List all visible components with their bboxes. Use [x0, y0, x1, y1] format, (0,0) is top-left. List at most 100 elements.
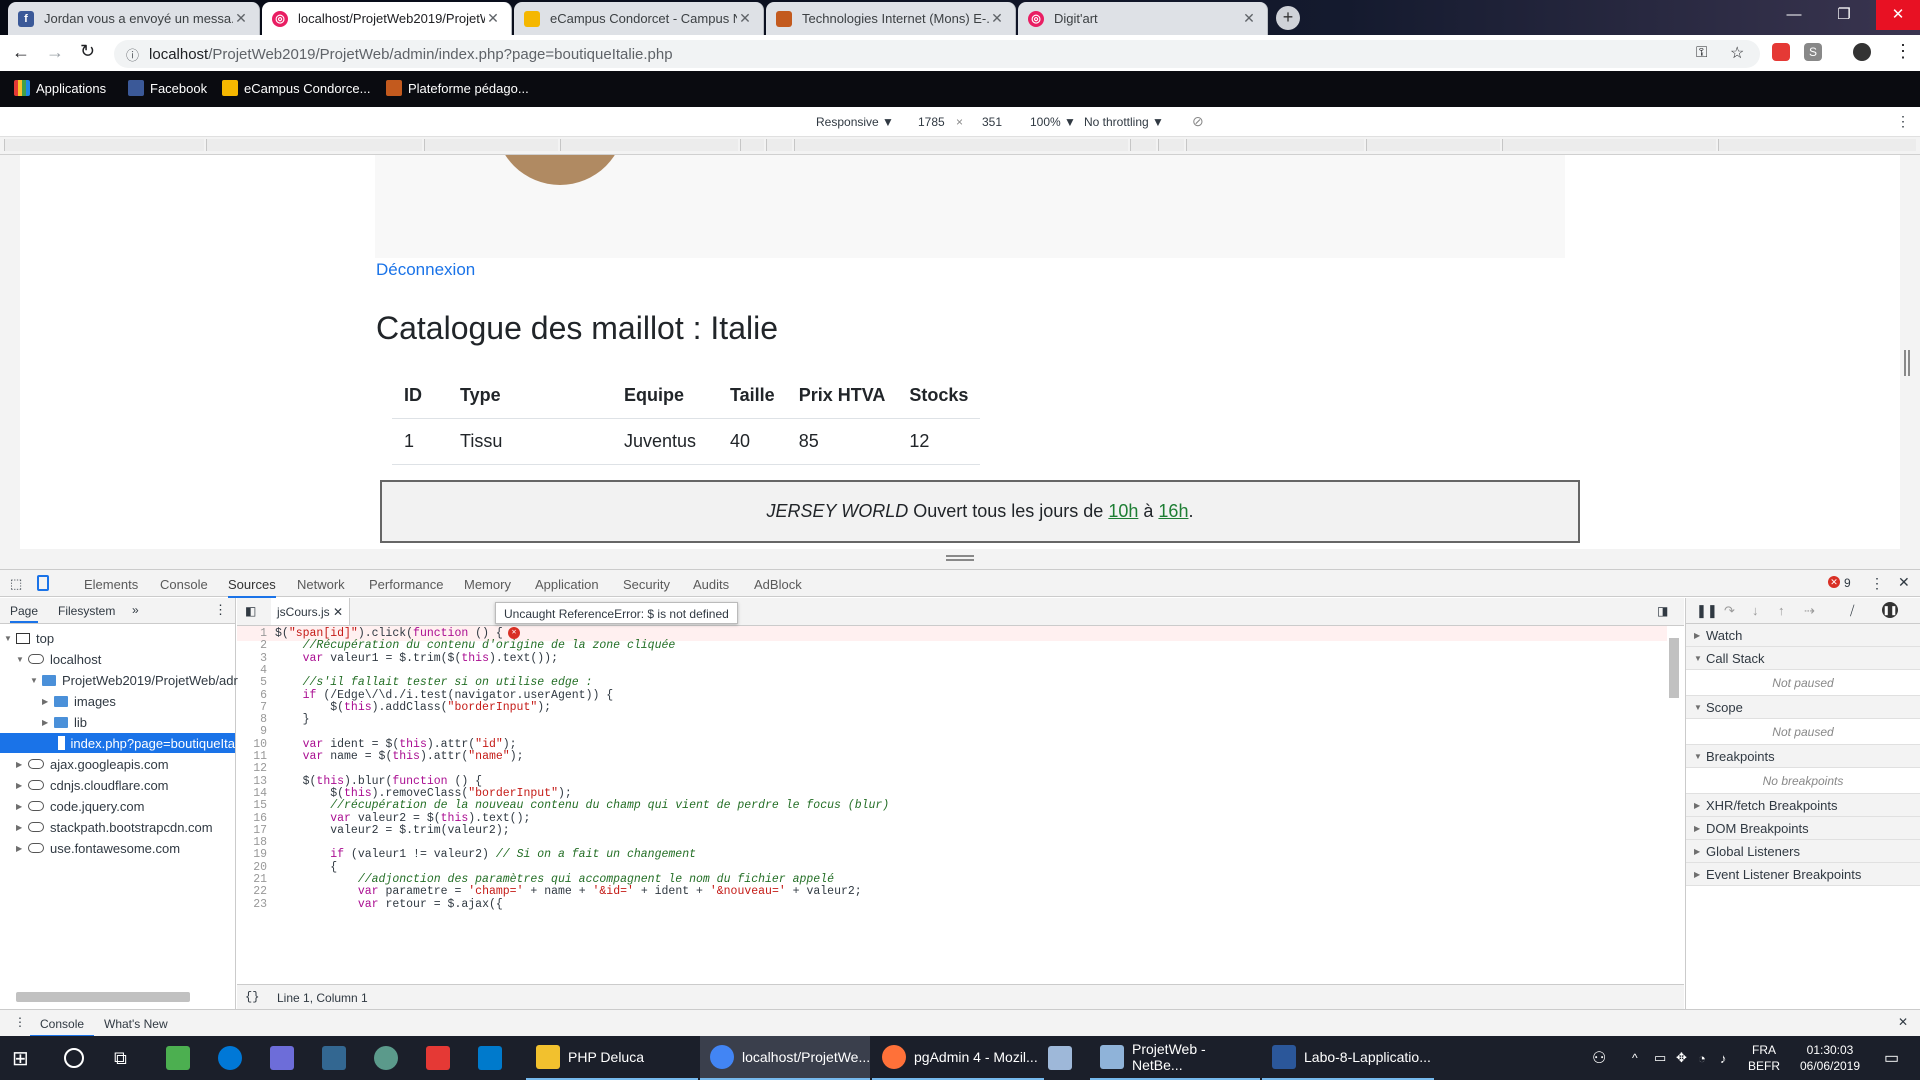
media-query-bar[interactable] [1502, 139, 1716, 151]
bookmark-ecampus[interactable]: eCampus Condorce... [222, 80, 370, 96]
people-icon[interactable]: ⚇ [1592, 1036, 1606, 1080]
close-icon[interactable]: ✕ [1241, 10, 1257, 27]
s-extension-icon[interactable]: S [1804, 43, 1822, 61]
navigator-menu-icon[interactable]: ⋮ [214, 602, 227, 618]
debugger-section[interactable]: ▼ Scope [1686, 696, 1920, 719]
close-devtools-icon[interactable]: ✕ [1898, 574, 1910, 591]
star-icon[interactable]: ☆ [1730, 43, 1744, 63]
vscode-icon[interactable] [478, 1036, 510, 1080]
table-cell[interactable]: 12 [897, 418, 981, 465]
table-cell[interactable]: Tissu [448, 418, 612, 465]
close-icon[interactable]: ✕ [989, 10, 1005, 27]
close-drawer-icon[interactable]: ✕ [1898, 1015, 1908, 1029]
close-icon[interactable]: ✕ [737, 10, 753, 27]
debugger-section[interactable]: ▶ Event Listener Breakpoints [1686, 863, 1920, 886]
close-icon[interactable]: ✕ [233, 10, 249, 27]
line-number[interactable]: 23 [237, 897, 267, 912]
debugger-section[interactable]: ▼ Call Stack [1686, 647, 1920, 670]
debugger-section[interactable]: ▶ DOM Breakpoints [1686, 817, 1920, 840]
pause-icon[interactable]: ❚❚ [1696, 603, 1718, 619]
resize-handle-bottom[interactable] [946, 555, 974, 561]
more-tabs-icon[interactable]: » [132, 603, 139, 617]
step-out-icon[interactable]: ↑ [1778, 603, 1785, 618]
windows-start-icon[interactable]: ⊞ [12, 1036, 29, 1080]
navigator-tab-page[interactable]: Page [10, 604, 39, 623]
browser-tab-2[interactable]: ◎ localhost/ProjetWeb2019/ProjetW... ✕ [262, 2, 512, 35]
resize-handle-right[interactable] [1904, 350, 1910, 376]
back-arrow-icon[interactable]: ← [12, 42, 30, 63]
flask-app-icon[interactable] [374, 1036, 406, 1080]
notifications-icon[interactable]: ▭ [1884, 1036, 1899, 1080]
step-icon[interactable]: ⇢ [1804, 603, 1815, 619]
error-count[interactable]: 9 [1844, 576, 1851, 590]
media-query-bar[interactable] [1158, 139, 1184, 151]
devtools-tab-adblock[interactable]: AdBlock [754, 577, 802, 592]
media-query-bar[interactable] [766, 139, 792, 151]
drawer-menu-icon[interactable]: ⋮ [14, 1015, 26, 1029]
debugger-section[interactable]: ▶ XHR/fetch Breakpoints [1686, 794, 1920, 817]
minimize-button[interactable]: — [1776, 0, 1812, 30]
tree-item-lib[interactable]: ▶ lib [42, 712, 87, 732]
device-toggle-icon[interactable] [37, 575, 49, 591]
new-tab-button[interactable]: + [1276, 6, 1300, 30]
bookmark-facebook[interactable]: Facebook [128, 80, 207, 96]
table-cell[interactable]: Juventus [612, 418, 718, 465]
close-hour-link[interactable]: 16h [1158, 501, 1188, 522]
devtools-tab-audits[interactable]: Audits [693, 577, 729, 592]
media-query-bar[interactable] [794, 139, 1128, 151]
browser-tab-1[interactable]: f Jordan vous a envoyé un messa... ✕ [8, 2, 260, 35]
devtools-tab-performance[interactable]: Performance [369, 577, 443, 592]
tree-item-images[interactable]: ▶ images [42, 691, 116, 711]
devtools-tab-security[interactable]: Security [623, 577, 670, 592]
drawer-tab-whats-new[interactable]: What's New [104, 1017, 168, 1031]
debugger-section[interactable]: ▶ Watch [1686, 624, 1920, 647]
browser-tab-4[interactable]: Technologies Internet (Mons) E-... ✕ [766, 2, 1016, 35]
devtools-tab-network[interactable]: Network [297, 577, 345, 592]
spreadsheet-app-icon[interactable] [166, 1036, 198, 1080]
media-query-bar[interactable] [1130, 139, 1156, 151]
media-query-bar[interactable] [4, 139, 204, 151]
toggle-navigator-icon[interactable]: ◧ [245, 604, 256, 618]
tree-item-cdnjs[interactable]: ▶ cdnjs.cloudflare.com [16, 775, 169, 795]
rotate-icon[interactable]: ⊘ [1192, 113, 1204, 130]
tree-item-ajax[interactable]: ▶ ajax.googleapis.com [16, 754, 169, 774]
file-tab-jscours[interactable]: jsCours.js ✕ [271, 598, 351, 625]
close-window-button[interactable]: ✕ [1876, 0, 1920, 30]
edge-icon[interactable] [218, 1036, 250, 1080]
tray-chevron-icon[interactable]: ^ [1632, 1036, 1638, 1080]
media-query-bar[interactable] [1718, 139, 1916, 151]
bookmark-applications[interactable]: Applications [14, 80, 106, 96]
close-icon[interactable]: ✕ [333, 605, 343, 619]
browser-tab-3[interactable]: eCampus Condorcet - Campus N... ✕ [514, 2, 764, 35]
browser-tab-5[interactable]: ◎ Digit'art ✕ [1018, 2, 1268, 35]
devtools-tab-memory[interactable]: Memory [464, 577, 511, 592]
device-menu-icon[interactable]: ⋮ [1896, 113, 1910, 130]
profile-avatar-icon[interactable] [1853, 43, 1871, 61]
code-content[interactable]: 1 $("span[id]").click(function () {✕ 2 //R… [237, 626, 1669, 984]
throttling-select[interactable]: No throttling ▼ [1084, 115, 1164, 129]
taskbar-app-php-deluca[interactable]: PHP Deluca [526, 1036, 698, 1080]
media-query-bar[interactable] [740, 139, 764, 151]
devtools-tab-elements[interactable]: Elements [84, 577, 138, 592]
taskbar-app-netbeans[interactable]: ProjetWeb - NetBe... [1090, 1036, 1260, 1080]
media-query-bar[interactable] [1366, 139, 1500, 151]
zoom-select[interactable]: 100% ▼ [1030, 115, 1076, 129]
battery-icon[interactable]: ▭ [1654, 1036, 1666, 1080]
taskbar-app-chrome[interactable]: localhost/ProjetWe... [700, 1036, 870, 1080]
tree-item-top[interactable]: ▼ top [4, 628, 54, 648]
dropbox-icon[interactable]: ✥ [1676, 1036, 1687, 1080]
tree-item-fontawesome[interactable]: ▶ use.fontawesome.com [16, 838, 180, 858]
horizontal-scrollbar[interactable] [16, 992, 190, 1002]
cortana-icon[interactable] [64, 1036, 84, 1080]
volume-icon[interactable]: ♪ [1720, 1036, 1727, 1080]
d-app-icon[interactable] [426, 1036, 458, 1080]
menu-icon[interactable]: ⋮ [1894, 41, 1912, 62]
maximize-button[interactable]: ❐ [1826, 0, 1862, 30]
vertical-scrollbar[interactable] [1669, 638, 1679, 698]
debugger-section[interactable]: ▼ Breakpoints [1686, 745, 1920, 768]
tree-item-index-php[interactable]: index.php?page=boutiqueIta [0, 733, 235, 753]
deactivate-breakpoints-icon[interactable]: ⧸ [1850, 603, 1854, 619]
wifi-icon[interactable]: ◔ [1698, 1036, 1706, 1080]
inspect-icon[interactable]: ⬚ [10, 576, 22, 592]
file-app-icon[interactable] [1048, 1036, 1080, 1080]
